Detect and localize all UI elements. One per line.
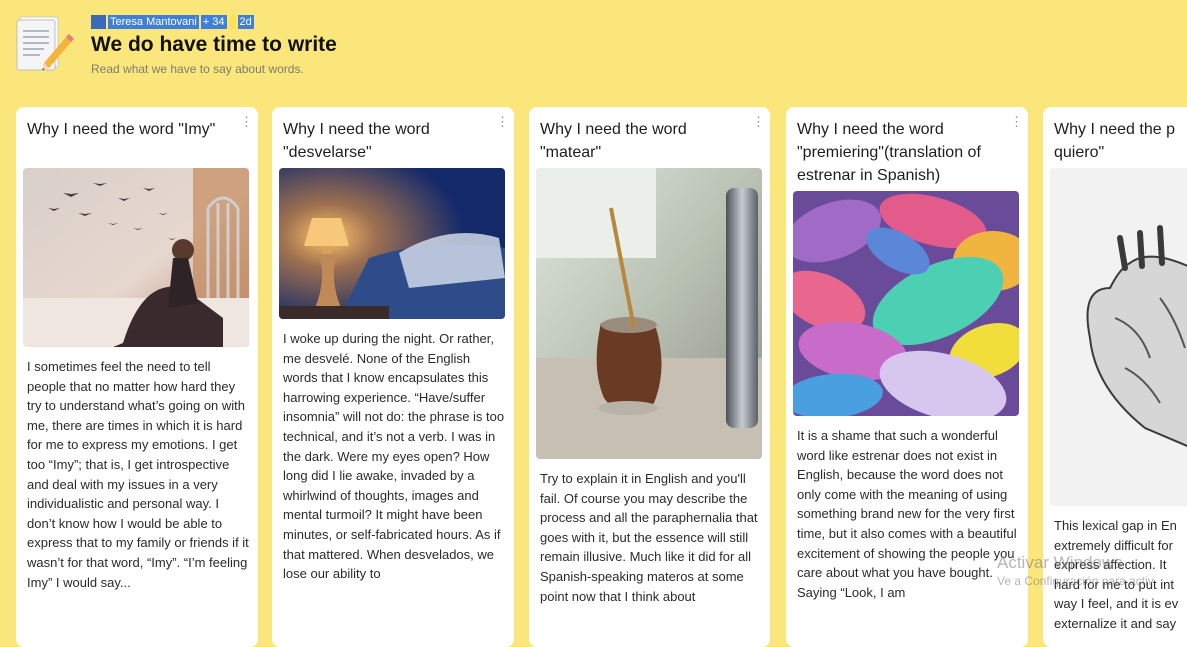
- more-options-icon[interactable]: ⋮: [752, 115, 765, 129]
- post-age: 2d: [237, 15, 254, 29]
- card-title: Why I need the word "desvelarse": [283, 121, 430, 161]
- post-card[interactable]: Why I need the word "matear" ⋮ Try to ex…: [529, 107, 770, 647]
- woman-reading-bed-birds-image: [23, 168, 249, 347]
- bedside-lamp-night-image: [279, 168, 505, 319]
- author-avatar[interactable]: [91, 15, 106, 29]
- contributors-count[interactable]: + 34: [200, 15, 227, 29]
- windows-activation-watermark: Activar Windows Ve a Configuración para …: [997, 553, 1154, 589]
- author-row: Teresa Mantovani + 34 2d: [91, 14, 254, 30]
- post-card[interactable]: Why I need the word "Imy" ⋮ I sometimes …: [16, 107, 258, 647]
- separator-dot: [228, 15, 236, 29]
- page-title: We do have time to write: [91, 33, 337, 56]
- colorful-sneakers-pile-image: [793, 191, 1019, 416]
- card-body-text: Try to explain it in English and you'll …: [540, 471, 758, 604]
- card-body-text: It is a shame that such a wonderful word…: [797, 428, 1017, 600]
- page-header: Teresa Mantovani + 34 2d We do have time…: [0, 0, 1187, 100]
- card-title: Why I need the word "Imy": [27, 121, 216, 138]
- more-options-icon[interactable]: ⋮: [240, 115, 253, 129]
- post-card[interactable]: Why I need the word "desvelarse" ⋮ I wok…: [272, 107, 514, 647]
- more-options-icon[interactable]: ⋮: [1010, 115, 1023, 129]
- page-subtitle: Read what we have to say about words.: [91, 62, 304, 76]
- card-title: Why I need the word "premiering"(transla…: [797, 121, 981, 184]
- card-body-text: I woke up during the night. Or rather, m…: [283, 331, 505, 582]
- watermark-line1: Activar Windows: [997, 553, 1123, 572]
- card-title: Why I need the word "matear": [540, 121, 687, 161]
- anatomical-heart-drawing-image: [1050, 168, 1187, 506]
- author-name[interactable]: Teresa Mantovani: [108, 15, 199, 29]
- more-options-icon[interactable]: ⋮: [496, 115, 509, 129]
- mate-gourd-thermos-image: [536, 168, 762, 459]
- post-card[interactable]: Why I need the word "premiering"(transla…: [786, 107, 1028, 647]
- card-body-text: I sometimes feel the need to tell people…: [27, 359, 249, 590]
- card-title: Why I need the p quiero": [1054, 121, 1175, 161]
- notepad-pencil-icon: [16, 16, 74, 71]
- watermark-line2: Ve a Configuración para activ: [997, 574, 1154, 588]
